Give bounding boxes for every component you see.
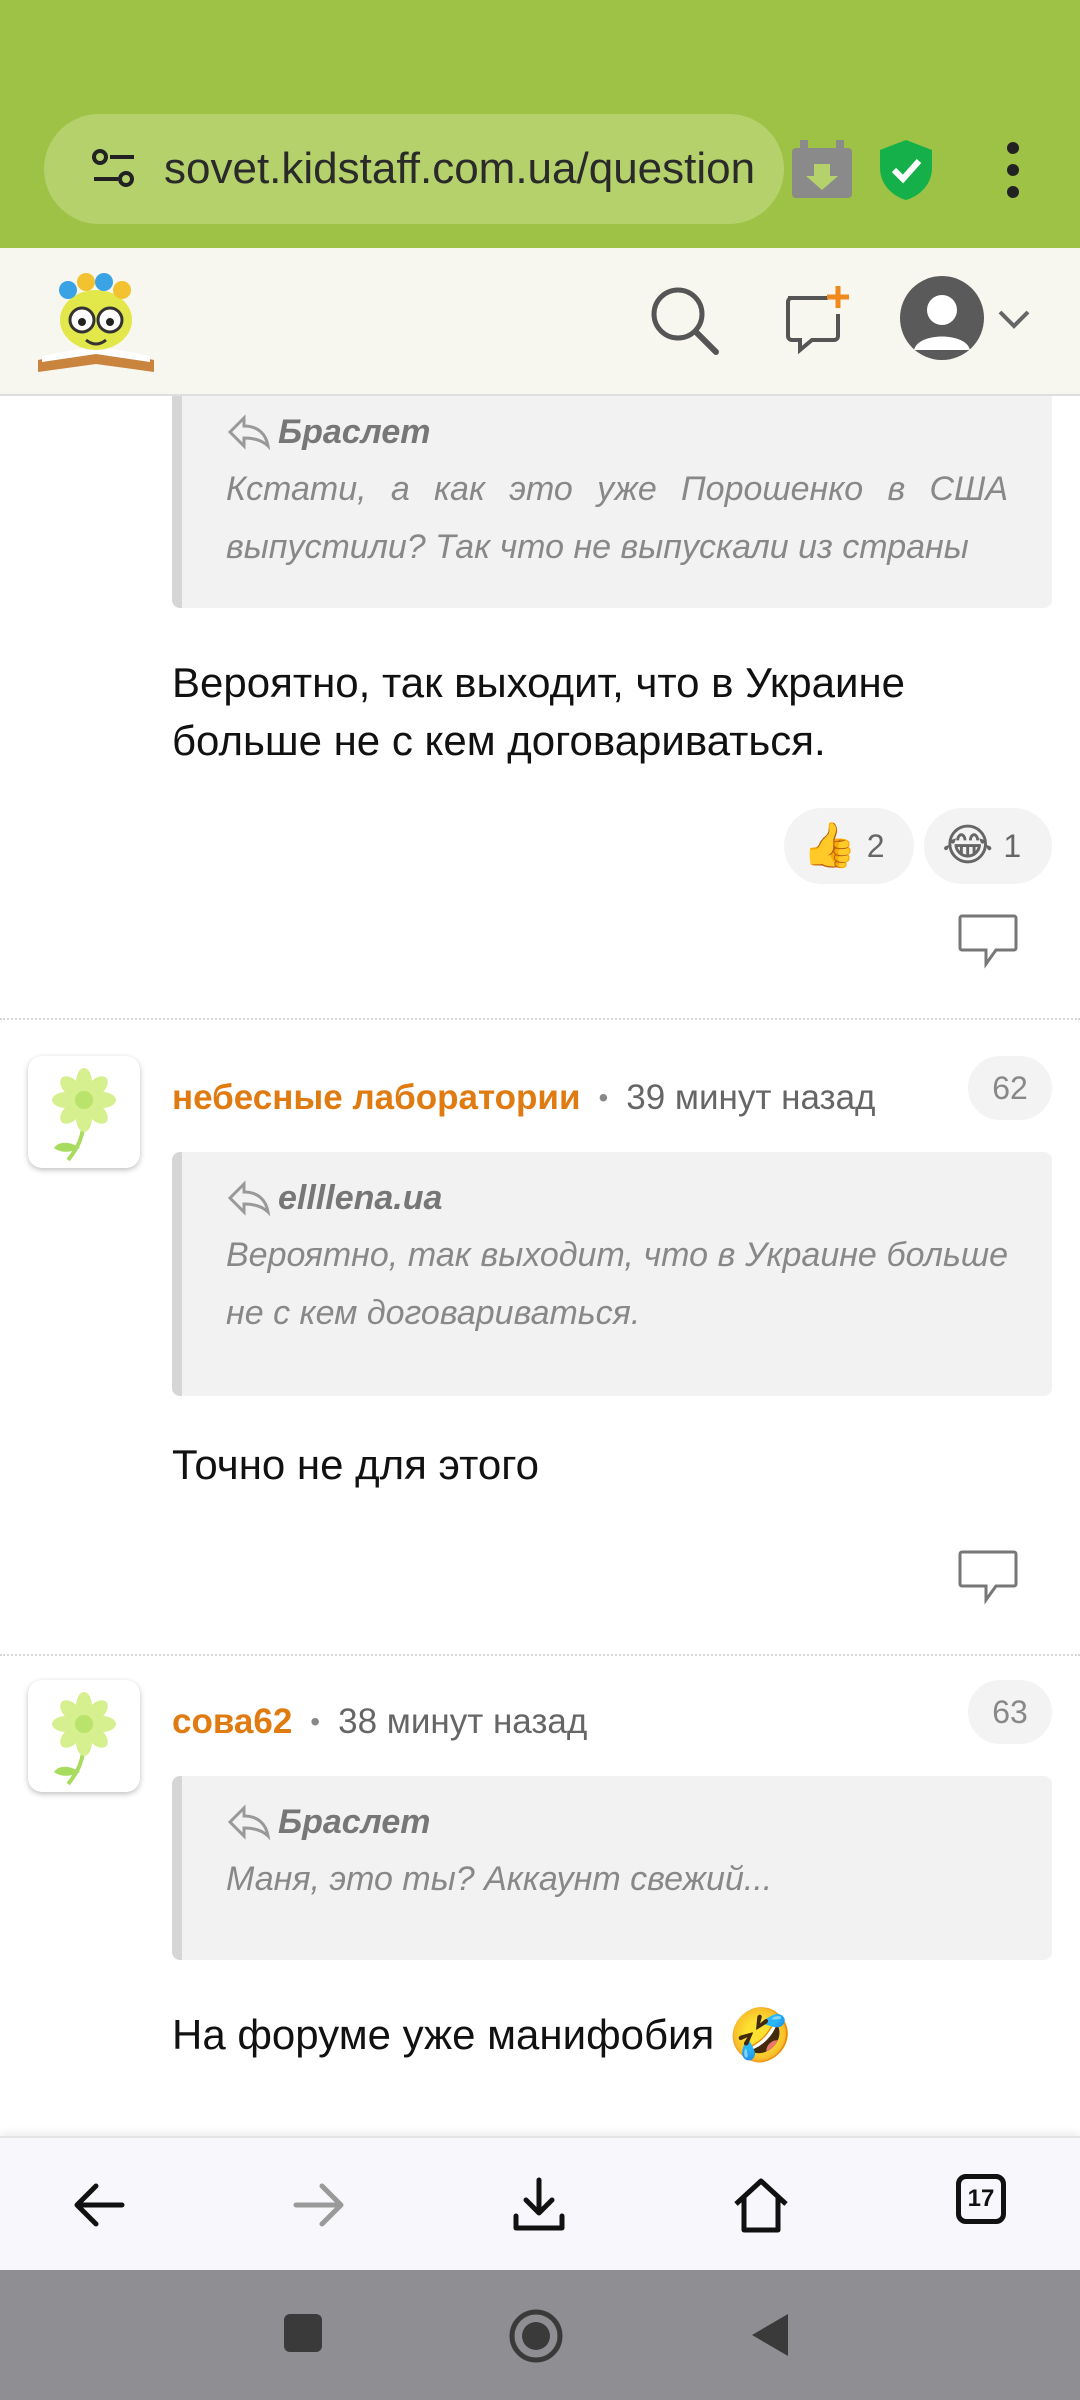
back-button[interactable] (746, 2310, 792, 2360)
forward-arrow-icon[interactable] (286, 2172, 352, 2238)
quote-text: Вероятно, так выходит, что в Украине бол… (226, 1236, 1008, 1332)
recents-button[interactable] (284, 2314, 322, 2352)
timestamp: 38 минут назад (338, 1702, 588, 1741)
comment-divider (0, 1654, 1080, 1656)
reply-arrow-icon (227, 1180, 271, 1216)
avatar[interactable] (28, 1056, 140, 1168)
reaction-laugh[interactable]: 😂 1 (924, 808, 1052, 884)
home-icon[interactable] (728, 2172, 794, 2238)
thumbs-up-icon: 👍 (802, 821, 857, 870)
comment-meta: сова62 • 38 минут назад (172, 1702, 588, 1742)
quote-block: Браслет Кстати, а как это уже Порошенко … (172, 396, 1052, 608)
quote-text: Кстати, а как это уже Порошенко в США вы… (226, 470, 1008, 566)
add-comment-icon[interactable] (782, 284, 852, 354)
reply-icon[interactable] (956, 910, 1020, 970)
search-icon[interactable] (648, 284, 720, 356)
browser-bottom-toolbar: 17 (0, 2136, 1080, 2270)
quote-block: Браслет Маня, это ты? Аккаунт свежий... (172, 1776, 1052, 1960)
chevron-down-icon[interactable] (994, 304, 1034, 334)
home-button[interactable] (508, 2308, 564, 2364)
quote-author: Браслет (226, 404, 1008, 460)
comment-number[interactable]: 63 (968, 1680, 1052, 1744)
rofl-face-icon: 🤣 (728, 2007, 793, 2065)
reply-arrow-icon (227, 1804, 271, 1840)
comments-feed: Браслет Кстати, а как это уже Порошенко … (0, 396, 1080, 2136)
address-bar[interactable]: sovet.kidstaff.com.ua/question (44, 114, 784, 224)
quote-author: ellllena.ua (226, 1170, 1008, 1226)
browser-toolbar: sovet.kidstaff.com.ua/question (0, 0, 1080, 248)
timestamp: 39 минут назад (626, 1078, 876, 1117)
reply-icon[interactable] (956, 1546, 1020, 1606)
quote-block: ellllena.ua Вероятно, так выходит, что в… (172, 1152, 1052, 1396)
site-header (0, 248, 1080, 396)
shield-check-icon[interactable] (876, 138, 936, 202)
comment-number[interactable]: 62 (968, 1056, 1052, 1120)
avatar[interactable] (28, 1680, 140, 1792)
tabs-icon[interactable]: 17 (956, 2174, 1006, 2224)
back-arrow-icon[interactable] (66, 2172, 132, 2238)
username[interactable]: небесные лаборатории (172, 1078, 580, 1118)
reaction-like[interactable]: 👍 2 (784, 808, 914, 884)
more-menu-icon[interactable] (998, 142, 1028, 198)
url-text: sovet.kidstaff.com.ua/question (164, 144, 756, 193)
flower-avatar-icon (52, 1068, 116, 1162)
site-logo[interactable] (34, 268, 158, 378)
comment-body: На форуме уже манифобия 🤣 (172, 2007, 793, 2065)
username[interactable]: сова62 (172, 1702, 292, 1742)
system-nav-bar (0, 2270, 1080, 2400)
comment-divider (0, 1018, 1080, 1020)
comment-body: Вероятно, так выходит, что в Украине бол… (172, 659, 906, 764)
flower-avatar-icon (52, 1692, 116, 1786)
reply-arrow-icon (227, 414, 271, 450)
user-avatar-icon[interactable] (900, 276, 984, 360)
laughing-face-icon: 😂 (942, 821, 994, 870)
quote-text: Маня, это ты? Аккаунт свежий... (226, 1860, 773, 1898)
comment-body: Точно не для этого (172, 1441, 539, 1488)
quote-author: Браслет (226, 1794, 1008, 1850)
download-icon[interactable] (506, 2172, 572, 2238)
site-settings-icon[interactable] (84, 139, 144, 199)
comment-meta: небесные лаборатории • 39 минут назад (172, 1078, 876, 1118)
calendar-extension-icon[interactable] (790, 140, 854, 200)
